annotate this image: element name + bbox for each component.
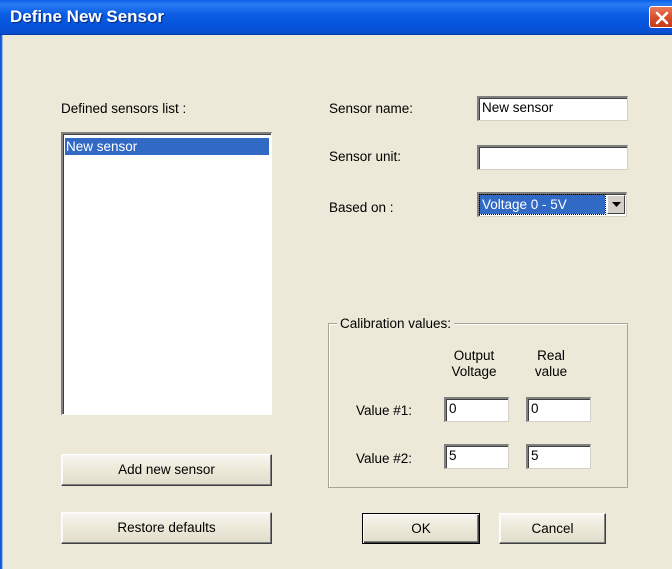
close-button[interactable]: [649, 6, 672, 28]
sensors-listbox[interactable]: New sensor: [61, 132, 272, 415]
value-1-real-input[interactable]: 0: [526, 397, 591, 422]
output-voltage-header-line1: Output: [453, 348, 495, 363]
chevron-down-icon: [612, 202, 621, 207]
value-1-output-input[interactable]: 0: [444, 397, 509, 422]
sensor-unit-input[interactable]: [477, 145, 628, 170]
ok-button[interactable]: OK: [362, 513, 480, 544]
calibration-title: Calibration values:: [337, 316, 455, 331]
based-on-selected-value: Voltage 0 - 5V: [479, 194, 606, 215]
value-2-real-input[interactable]: 5: [526, 444, 591, 469]
value-1-label: Value #1:: [356, 403, 413, 418]
sensor-name-label: Sensor name:: [329, 101, 414, 116]
cancel-button[interactable]: Cancel: [499, 513, 606, 544]
add-new-sensor-button[interactable]: Add new sensor: [61, 454, 272, 486]
restore-defaults-button[interactable]: Restore defaults: [61, 512, 272, 544]
list-item[interactable]: New sensor: [65, 138, 269, 155]
based-on-label: Based on :: [329, 200, 394, 215]
based-on-select[interactable]: Voltage 0 - 5V: [477, 192, 627, 217]
value-2-label: Value #2:: [356, 451, 413, 466]
window-title: Define New Sensor: [10, 7, 164, 26]
real-value-header: Real value: [521, 348, 581, 380]
sensor-unit-label: Sensor unit:: [329, 149, 402, 164]
output-voltage-header-line2: Voltage: [451, 364, 497, 379]
dropdown-button[interactable]: [607, 195, 625, 214]
define-new-sensor-dialog: Define New Sensor Defined sensors list :…: [0, 0, 672, 569]
real-value-header-line1: Real: [537, 348, 565, 363]
real-value-header-line2: value: [534, 364, 568, 379]
output-voltage-header: Output Voltage: [444, 348, 504, 380]
value-2-output-input[interactable]: 5: [444, 444, 509, 469]
sensors-list-label: Defined sensors list :: [61, 101, 187, 116]
window-frame-left: [0, 35, 3, 569]
title-bar[interactable]: Define New Sensor: [0, 0, 672, 35]
close-icon: [655, 11, 669, 25]
sensor-name-input[interactable]: New sensor: [477, 96, 628, 121]
